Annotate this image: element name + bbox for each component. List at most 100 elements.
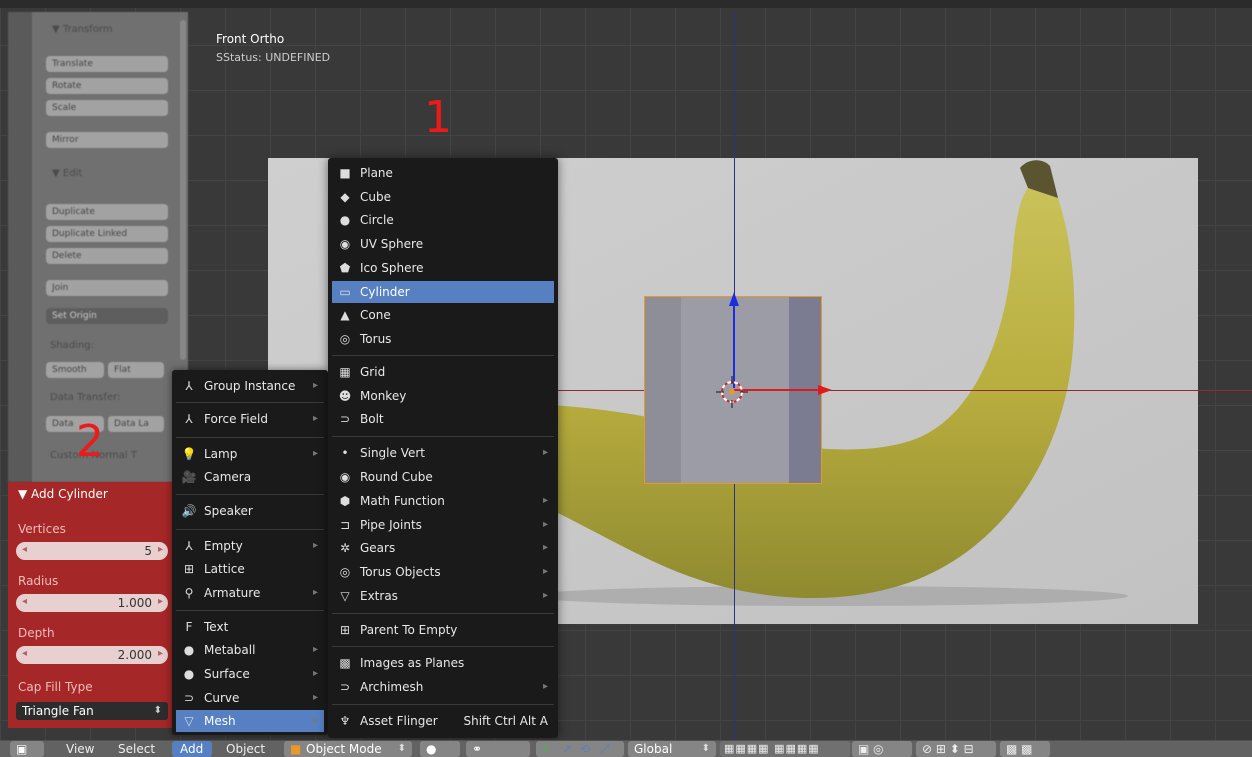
mesh-menu-item-label: Torus Objects: [360, 565, 441, 579]
cap-fill-type-value: Triangle Fan: [22, 704, 94, 718]
translate-button[interactable]: Translate: [46, 56, 168, 72]
render-icon: ▩ ▩: [1006, 742, 1033, 756]
mesh-menu-item-plane[interactable]: ■ Plane: [332, 162, 554, 184]
edit-panel-header[interactable]: ▼ Edit: [52, 168, 82, 179]
mesh-submenu: ■ Plane ◆ Cube ● Circle ◉ UV Sphere ⬟ Ico Sphere ▭…: [328, 158, 558, 738]
circle-icon: ●: [339, 213, 351, 227]
add-menu-item-label: Metaball: [204, 643, 256, 657]
mesh-menu-item-gears[interactable]: ✲ Gears ▸: [332, 537, 554, 559]
mesh-menu-item-round-cube[interactable]: ◉ Round Cube: [332, 466, 554, 488]
add-menu-item-speaker[interactable]: 🔊 Speaker: [176, 500, 324, 522]
mesh-menu-item-single-vert[interactable]: • Single Vert ▸: [332, 442, 554, 464]
force-field-icon: ⅄: [185, 412, 193, 426]
menu-separator: [332, 436, 554, 437]
smooth-button[interactable]: Smooth: [46, 362, 104, 378]
editor-type-button[interactable]: ▣: [10, 741, 44, 757]
mesh-menu-item-parent-to-empty[interactable]: ⊞ Parent To Empty: [332, 619, 554, 641]
add-menu-item-mesh[interactable]: ▽ Mesh ▸: [176, 710, 324, 732]
add-menu-item-lattice[interactable]: ⊞ Lattice: [176, 558, 324, 580]
add-menu-item-label: Curve: [204, 691, 240, 705]
add-menu-item-surface[interactable]: ● Surface ▸: [176, 663, 324, 685]
add-menu-item-curve[interactable]: ⊃ Curve ▸: [176, 687, 324, 709]
group-instance-icon: ⅄: [185, 379, 193, 393]
manipulator-toggles[interactable]: ⅄ ↗ ⟲ ⤢: [536, 741, 624, 757]
decrement-arrow-icon[interactable]: ◂: [22, 648, 27, 659]
mesh-menu-item-label: Images as Planes: [360, 656, 465, 670]
grid-icon: ▦: [339, 365, 351, 379]
snap-buttons[interactable]: ▣ ◎: [852, 741, 912, 757]
add-menu-item-label: Group Instance: [204, 379, 296, 393]
add-menu-button[interactable]: Add: [172, 741, 212, 757]
mirror-button[interactable]: Mirror: [46, 132, 168, 148]
snapping-dropdown[interactable]: ⊘ ⊞ ⬍ ⊟: [916, 741, 996, 757]
render-buttons[interactable]: ▩ ▩: [1000, 741, 1050, 757]
delete-button[interactable]: Delete: [46, 248, 168, 264]
duplicate-button[interactable]: Duplicate: [46, 204, 168, 220]
mesh-menu-item-label: Asset Flinger: [360, 714, 438, 728]
submenu-arrow-icon: ▸: [542, 495, 548, 506]
add-menu-item-armature[interactable]: ⚲ Armature ▸: [176, 582, 324, 604]
mesh-menu-item-images-as-planes[interactable]: ▩ Images as Planes: [332, 652, 554, 674]
decrement-arrow-icon[interactable]: ◂: [22, 544, 27, 555]
add-menu-item-metaball[interactable]: ● Metaball ▸: [176, 639, 324, 661]
decrement-arrow-icon[interactable]: ◂: [22, 596, 27, 607]
radius-field[interactable]: ◂ 1.000 ▸: [16, 594, 168, 612]
mesh-menu-item-extras[interactable]: ▽ Extras ▸: [332, 585, 554, 607]
parent-to-empty-icon: ⊞: [339, 623, 351, 637]
add-menu-item-label: Mesh: [204, 714, 236, 728]
add-menu-item-label: Surface: [204, 667, 250, 681]
view-menu[interactable]: View: [66, 741, 94, 757]
mesh-menu-item-bolt[interactable]: ⊃ Bolt: [332, 408, 554, 430]
add-menu-item-force-field[interactable]: ⅄ Force Field ▸: [176, 408, 324, 430]
mesh-menu-item-grid[interactable]: ▦ Grid: [332, 361, 554, 383]
mesh-menu-item-pipe-joints[interactable]: ⊐ Pipe Joints ▸: [332, 514, 554, 536]
pivot-icon: ⚭: [472, 742, 483, 756]
select-menu[interactable]: Select: [118, 741, 155, 757]
mesh-menu-item-cone[interactable]: ▲ Cone: [332, 304, 554, 326]
duplicate-linked-button[interactable]: Duplicate Linked: [46, 226, 168, 242]
mesh-menu-item-circle[interactable]: ● Circle: [332, 209, 554, 231]
add-menu-item-camera[interactable]: 🎥 Camera: [176, 466, 324, 488]
increment-arrow-icon[interactable]: ▸: [158, 544, 163, 555]
mesh-menu-item-math-function[interactable]: ⬢ Math Function ▸: [332, 490, 554, 512]
tool-shelf-tabs[interactable]: [8, 12, 32, 482]
add-menu-item-empty[interactable]: ⅄ Empty ▸: [176, 535, 324, 557]
mesh-menu-item-cylinder[interactable]: ▭ Cylinder: [332, 281, 554, 303]
increment-arrow-icon[interactable]: ▸: [158, 596, 163, 607]
add-menu-item-lamp[interactable]: 💡 Lamp ▸: [176, 443, 324, 465]
mesh-menu-item-monkey[interactable]: ☻ Monkey: [332, 385, 554, 407]
orientation-dropdown[interactable]: Global ⬍: [628, 741, 716, 757]
mesh-menu-item-label: Plane: [360, 166, 393, 180]
join-button[interactable]: Join: [46, 280, 168, 296]
radius-label: Radius: [18, 574, 59, 588]
mesh-menu-item-torus-objects[interactable]: ◎ Torus Objects ▸: [332, 561, 554, 583]
mesh-menu-item-archimesh[interactable]: ⊃ Archimesh ▸: [332, 676, 554, 698]
mesh-menu-item-ico-sphere[interactable]: ⬟ Ico Sphere: [332, 257, 554, 279]
rotate-button[interactable]: Rotate: [46, 78, 168, 94]
flat-button[interactable]: Flat: [108, 362, 164, 378]
cap-fill-type-dropdown[interactable]: Triangle Fan ⬍: [16, 702, 168, 720]
mesh-menu-item-cube[interactable]: ◆ Cube: [332, 186, 554, 208]
tool-shelf-scrollbar[interactable]: [180, 20, 186, 360]
transform-panel-header[interactable]: ▼ Transform: [52, 24, 113, 35]
mode-dropdown[interactable]: ■ Object Mode ⬍: [284, 741, 412, 757]
set-origin-dropdown[interactable]: Set Origin: [46, 308, 168, 324]
add-menu-item-text[interactable]: F Text: [176, 616, 324, 638]
gears-icon: ✲: [339, 541, 351, 555]
data-layers-button[interactable]: Data La: [108, 416, 164, 432]
add-menu-item-group-instance[interactable]: ⅄ Group Instance ▸: [176, 375, 324, 397]
mesh-menu-item-asset-flinger[interactable]: ♆ Asset Flinger Shift Ctrl Alt A: [332, 710, 554, 732]
vertices-field[interactable]: ◂ 5 ▸: [16, 542, 168, 560]
object-menu[interactable]: Object: [226, 741, 265, 757]
mesh-menu-item-torus[interactable]: ◎ Torus: [332, 328, 554, 350]
operator-panel-title[interactable]: ▼ Add Cylinder: [18, 487, 108, 501]
increment-arrow-icon[interactable]: ▸: [158, 648, 163, 659]
depth-field[interactable]: ◂ 2.000 ▸: [16, 646, 168, 664]
pivot-point-dropdown[interactable]: ⚭: [466, 741, 530, 757]
math-function-icon: ⬢: [339, 494, 351, 508]
3d-cursor-icon[interactable]: [716, 376, 748, 408]
layer-buttons[interactable]: ▦▦▦▦ ▦▦▦▦: [720, 741, 850, 757]
scale-button[interactable]: Scale: [46, 100, 168, 116]
mesh-menu-item-uv-sphere[interactable]: ◉ UV Sphere: [332, 233, 554, 255]
viewport-shading-dropdown[interactable]: ●: [420, 741, 460, 757]
